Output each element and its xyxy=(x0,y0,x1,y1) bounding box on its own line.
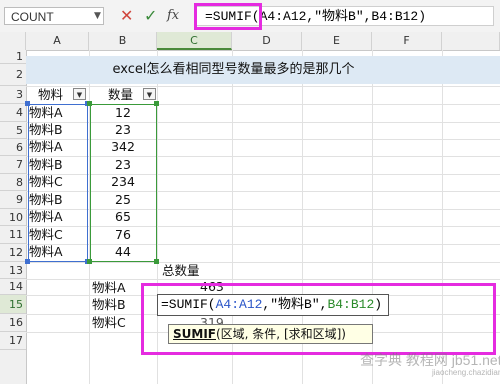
column-header-g[interactable] xyxy=(442,32,500,50)
cell-highlight-box xyxy=(141,283,496,355)
range-b-reference-box xyxy=(90,104,157,262)
row-header-14[interactable]: 14 xyxy=(0,279,26,295)
watermark-sub: jiaocheng.chazidian.com xyxy=(432,368,500,377)
row-header-9[interactable]: 9 xyxy=(0,191,26,209)
formula-highlight-box xyxy=(194,3,262,30)
row-header-16[interactable]: 16 xyxy=(0,314,26,332)
row-header-13[interactable]: 13 xyxy=(0,262,26,279)
name-box[interactable]: COUNT xyxy=(4,7,104,25)
gridline xyxy=(26,262,500,263)
filter-dropdown-icon[interactable]: ▼ xyxy=(143,88,156,100)
range-b-handle[interactable] xyxy=(154,259,159,264)
row-header-3[interactable]: 3 xyxy=(0,86,26,104)
row-header-15[interactable]: 15 xyxy=(0,295,26,314)
range-a-handle[interactable] xyxy=(25,101,30,106)
sheet-title: excel怎么看相同型号数量最多的是那几个 xyxy=(112,62,355,77)
filter-dropdown-icon[interactable]: ▼ xyxy=(73,88,86,100)
range-a-reference-box xyxy=(28,104,88,262)
row-header-12[interactable]: 12 xyxy=(0,244,26,262)
enter-icon[interactable]: ✓ xyxy=(144,7,157,25)
header-item[interactable]: 物料 xyxy=(38,86,78,104)
row-header-6[interactable]: 6 xyxy=(0,139,26,156)
header-qty[interactable]: 数量 xyxy=(108,86,148,104)
row-header-11[interactable]: 11 xyxy=(0,226,26,244)
summary-item[interactable]: 物料A xyxy=(92,279,126,297)
corner-select-all[interactable] xyxy=(0,32,26,50)
chevron-down-icon[interactable]: ▼ xyxy=(94,7,101,25)
summary-item[interactable]: 物料C xyxy=(92,314,126,332)
range-b-handle[interactable] xyxy=(87,259,92,264)
column-header-c[interactable]: C xyxy=(157,32,232,50)
row-header-17[interactable]: 17 xyxy=(0,332,26,350)
row-header-7[interactable]: 7 xyxy=(0,156,26,174)
row-header-2[interactable]: 2 xyxy=(0,64,26,86)
gridline xyxy=(26,86,500,87)
range-b-handle[interactable] xyxy=(87,101,92,106)
range-b-handle[interactable] xyxy=(154,101,159,106)
row-header-10[interactable]: 10 xyxy=(0,209,26,226)
watermark: 查字典 教程网 jb51.net xyxy=(360,352,500,368)
summary-header[interactable]: 总数量 xyxy=(162,262,200,280)
summary-item[interactable]: 物料B xyxy=(92,296,126,314)
row-header-8[interactable]: 8 xyxy=(0,174,26,191)
column-header-e[interactable]: E xyxy=(302,32,372,50)
column-header-b[interactable]: B xyxy=(89,32,157,50)
column-header-a[interactable]: A xyxy=(26,32,89,50)
row-header-1[interactable]: 1 xyxy=(0,50,26,64)
column-header-f[interactable]: F xyxy=(372,32,442,50)
cancel-icon[interactable]: ✕ xyxy=(120,7,133,25)
insert-function-icon[interactable]: fx xyxy=(167,7,179,25)
row-header-4[interactable]: 4 xyxy=(0,104,26,122)
column-header-d[interactable]: D xyxy=(232,32,302,50)
row-header-5[interactable]: 5 xyxy=(0,122,26,139)
range-a-handle[interactable] xyxy=(25,259,30,264)
